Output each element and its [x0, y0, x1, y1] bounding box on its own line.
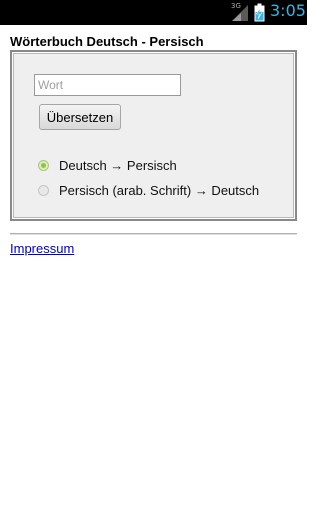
- direction-label-de-fa: Deutsch → Persisch: [59, 157, 177, 173]
- radio-de-fa[interactable]: [38, 159, 49, 171]
- direction-option-de-fa[interactable]: Deutsch → Persisch: [38, 157, 177, 173]
- page-title: Wörterbuch Deutsch - Persisch: [10, 34, 204, 49]
- divider: [10, 233, 297, 235]
- battery-charging-icon: [254, 3, 265, 22]
- translate-button[interactable]: Übersetzen: [39, 104, 121, 130]
- signal-icon: [232, 5, 248, 21]
- radio-fa-de[interactable]: [38, 184, 49, 196]
- word-input[interactable]: [34, 74, 181, 96]
- direction-label-fa-de: Persisch (arab. Schrift) → Deutsch: [59, 182, 260, 198]
- translation-form: Übersetzen Deutsch → Persisch Persisch (…: [10, 50, 297, 221]
- status-clock: 3:05: [270, 1, 306, 20]
- impressum-link[interactable]: Impressum: [10, 241, 74, 256]
- status-bar: 3G 3:05: [0, 0, 307, 25]
- direction-option-fa-de[interactable]: Persisch (arab. Schrift) → Deutsch: [38, 182, 259, 198]
